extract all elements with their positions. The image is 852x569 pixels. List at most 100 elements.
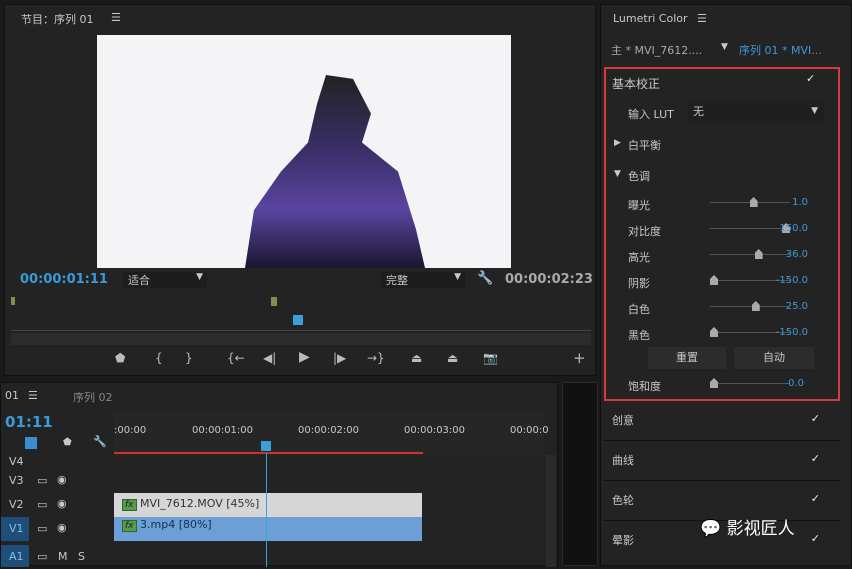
eye-icon[interactable]: ◉	[57, 497, 67, 510]
track-label[interactable]: V1	[1, 517, 29, 541]
expand-icon[interactable]: ▶	[614, 138, 621, 148]
tone-slider-row: 曝光 1.0	[628, 194, 828, 214]
tab-sequence-01[interactable]: 01	[5, 389, 19, 402]
tone-slider[interactable]	[710, 222, 790, 236]
monitor-ruler[interactable]	[11, 295, 591, 331]
tone-slider[interactable]	[710, 300, 790, 314]
white-balance-section[interactable]: 白平衡	[628, 137, 661, 153]
tone-section[interactable]: 色调	[628, 168, 650, 184]
tab-sequence-02[interactable]: 序列 02	[73, 389, 113, 405]
section-checkbox[interactable]: ✓	[811, 532, 820, 545]
lut-label: 输入 LUT	[628, 108, 674, 121]
reset-label: 重置	[676, 351, 698, 364]
solo-button[interactable]: S	[78, 550, 85, 563]
timeline-settings-icon[interactable]: 🔧	[93, 435, 107, 448]
go-to-out-button[interactable]: →}	[367, 351, 385, 365]
vertical-scrollbar[interactable]	[546, 455, 556, 567]
chevron-down-icon: ▼	[811, 106, 818, 116]
sync-lock-icon[interactable]: ▭	[37, 498, 47, 511]
slider-thumb[interactable]	[710, 275, 718, 285]
tone-slider[interactable]	[710, 248, 790, 262]
lumetri-section[interactable]: 曲线 ✓	[604, 440, 840, 478]
slider-value[interactable]: 150.0	[779, 223, 808, 234]
timeline-ruler[interactable]: :00:00 00:00:01:00 00:00:02:00 00:00:03:…	[114, 411, 549, 455]
slider-thumb[interactable]	[710, 327, 718, 337]
go-to-in-button[interactable]: {←	[227, 351, 245, 365]
track-label: V3	[9, 474, 24, 487]
eye-icon[interactable]: ◉	[57, 473, 67, 486]
slider-label: 饱和度	[628, 380, 661, 393]
saturation-slider[interactable]	[710, 377, 790, 391]
quality-value: 完整	[386, 274, 408, 287]
chevron-down-icon: ▼	[196, 272, 203, 282]
ruler-label: :00:00	[114, 425, 147, 436]
wrench-icon[interactable]: 🔧	[477, 271, 493, 286]
monitor-menu-icon[interactable]: ☰	[111, 11, 121, 24]
section-checkbox[interactable]: ✓	[811, 492, 820, 505]
track-a1: A1 ▭ M S	[1, 545, 113, 569]
lumetri-section[interactable]: 色轮 ✓	[604, 480, 840, 518]
track-v3: V3 ▭ ◉	[1, 469, 113, 493]
sequence-clip-tab[interactable]: 序列 01 * MVI...	[739, 42, 822, 58]
marker	[271, 297, 277, 306]
lut-dropdown[interactable]: 无 ▼	[688, 103, 824, 121]
master-clip-tab[interactable]: 主 * MVI_7612....	[611, 42, 702, 58]
auto-button[interactable]: 自动	[734, 347, 814, 369]
basic-correction-checkbox[interactable]: ✓	[806, 72, 815, 85]
mark-in-button[interactable]: {	[155, 351, 163, 365]
playhead[interactable]	[293, 315, 303, 325]
slider-thumb[interactable]	[751, 301, 760, 311]
quality-dropdown[interactable]: 完整 ▼	[381, 272, 465, 288]
work-area-bar[interactable]	[114, 452, 423, 454]
mute-button[interactable]: M	[58, 550, 68, 563]
clip-3-mp4[interactable]: fx 3.mp4 [80%]	[114, 517, 422, 541]
slider-value[interactable]: -150.0	[776, 327, 808, 338]
sync-lock-icon[interactable]: ▭	[37, 474, 47, 487]
fx-badge: fx	[122, 520, 137, 532]
section-checkbox[interactable]: ✓	[811, 452, 820, 465]
clip-mvi-7612[interactable]: fx MVI_7612.MOV [45%]	[114, 493, 422, 517]
add-button[interactable]: +	[573, 349, 586, 367]
fit-dropdown[interactable]: 适合 ▼	[123, 272, 207, 288]
step-back-button[interactable]: ◀|	[263, 351, 276, 365]
snap-icon[interactable]	[25, 437, 37, 449]
slider-value[interactable]: 1.0	[792, 197, 808, 208]
sync-lock-icon[interactable]: ▭	[37, 550, 47, 563]
tone-slider-row: 阴影 -150.0	[628, 272, 828, 292]
eye-icon[interactable]: ◉	[57, 521, 67, 534]
add-marker-icon[interactable]: ⬟	[63, 437, 72, 448]
sync-lock-icon[interactable]: ▭	[37, 522, 47, 535]
slider-value[interactable]: 36.0	[786, 249, 808, 260]
slider-thumb[interactable]	[749, 197, 758, 207]
reset-button[interactable]: 重置	[648, 347, 726, 369]
slider-value[interactable]: 0.0	[788, 378, 804, 389]
current-timecode[interactable]: 00:00:01:11	[20, 272, 108, 287]
camera-icon[interactable]: 📷	[483, 351, 498, 365]
timeline-menu-icon[interactable]: ☰	[28, 389, 38, 402]
tone-slider[interactable]	[710, 196, 790, 210]
lift-button[interactable]: ⏏	[411, 351, 422, 365]
slider-value[interactable]: 25.0	[786, 301, 808, 312]
zoom-scrollbar[interactable]	[11, 333, 591, 345]
slider-thumb[interactable]	[754, 249, 763, 259]
track-label[interactable]: A1	[1, 545, 29, 567]
timeline-playhead[interactable]	[261, 441, 271, 451]
add-marker-button[interactable]: ⬟	[115, 351, 125, 365]
slider-value[interactable]: -150.0	[776, 275, 808, 286]
lumetri-section[interactable]: 创意 ✓	[604, 400, 840, 438]
slider-thumb[interactable]	[710, 378, 718, 388]
play-button[interactable]: ▶	[299, 349, 310, 365]
extract-button[interactable]: ⏏	[447, 351, 458, 365]
section-checkbox[interactable]: ✓	[811, 412, 820, 425]
in-marker	[11, 297, 15, 305]
mark-out-button[interactable]: }	[185, 351, 193, 365]
basic-correction-title[interactable]: 基本校正	[612, 75, 660, 92]
auto-label: 自动	[763, 351, 785, 364]
lumetri-menu-icon[interactable]: ☰	[697, 12, 707, 25]
slider-label: 白色	[628, 303, 650, 316]
timeline-timecode[interactable]: 01:11	[5, 413, 53, 431]
collapse-icon[interactable]: ▼	[614, 169, 621, 179]
clip-label: MVI_7612.MOV [45%]	[140, 497, 260, 510]
step-forward-button[interactable]: |▶	[333, 351, 346, 365]
clip-dropdown-icon[interactable]: ▼	[721, 42, 728, 52]
